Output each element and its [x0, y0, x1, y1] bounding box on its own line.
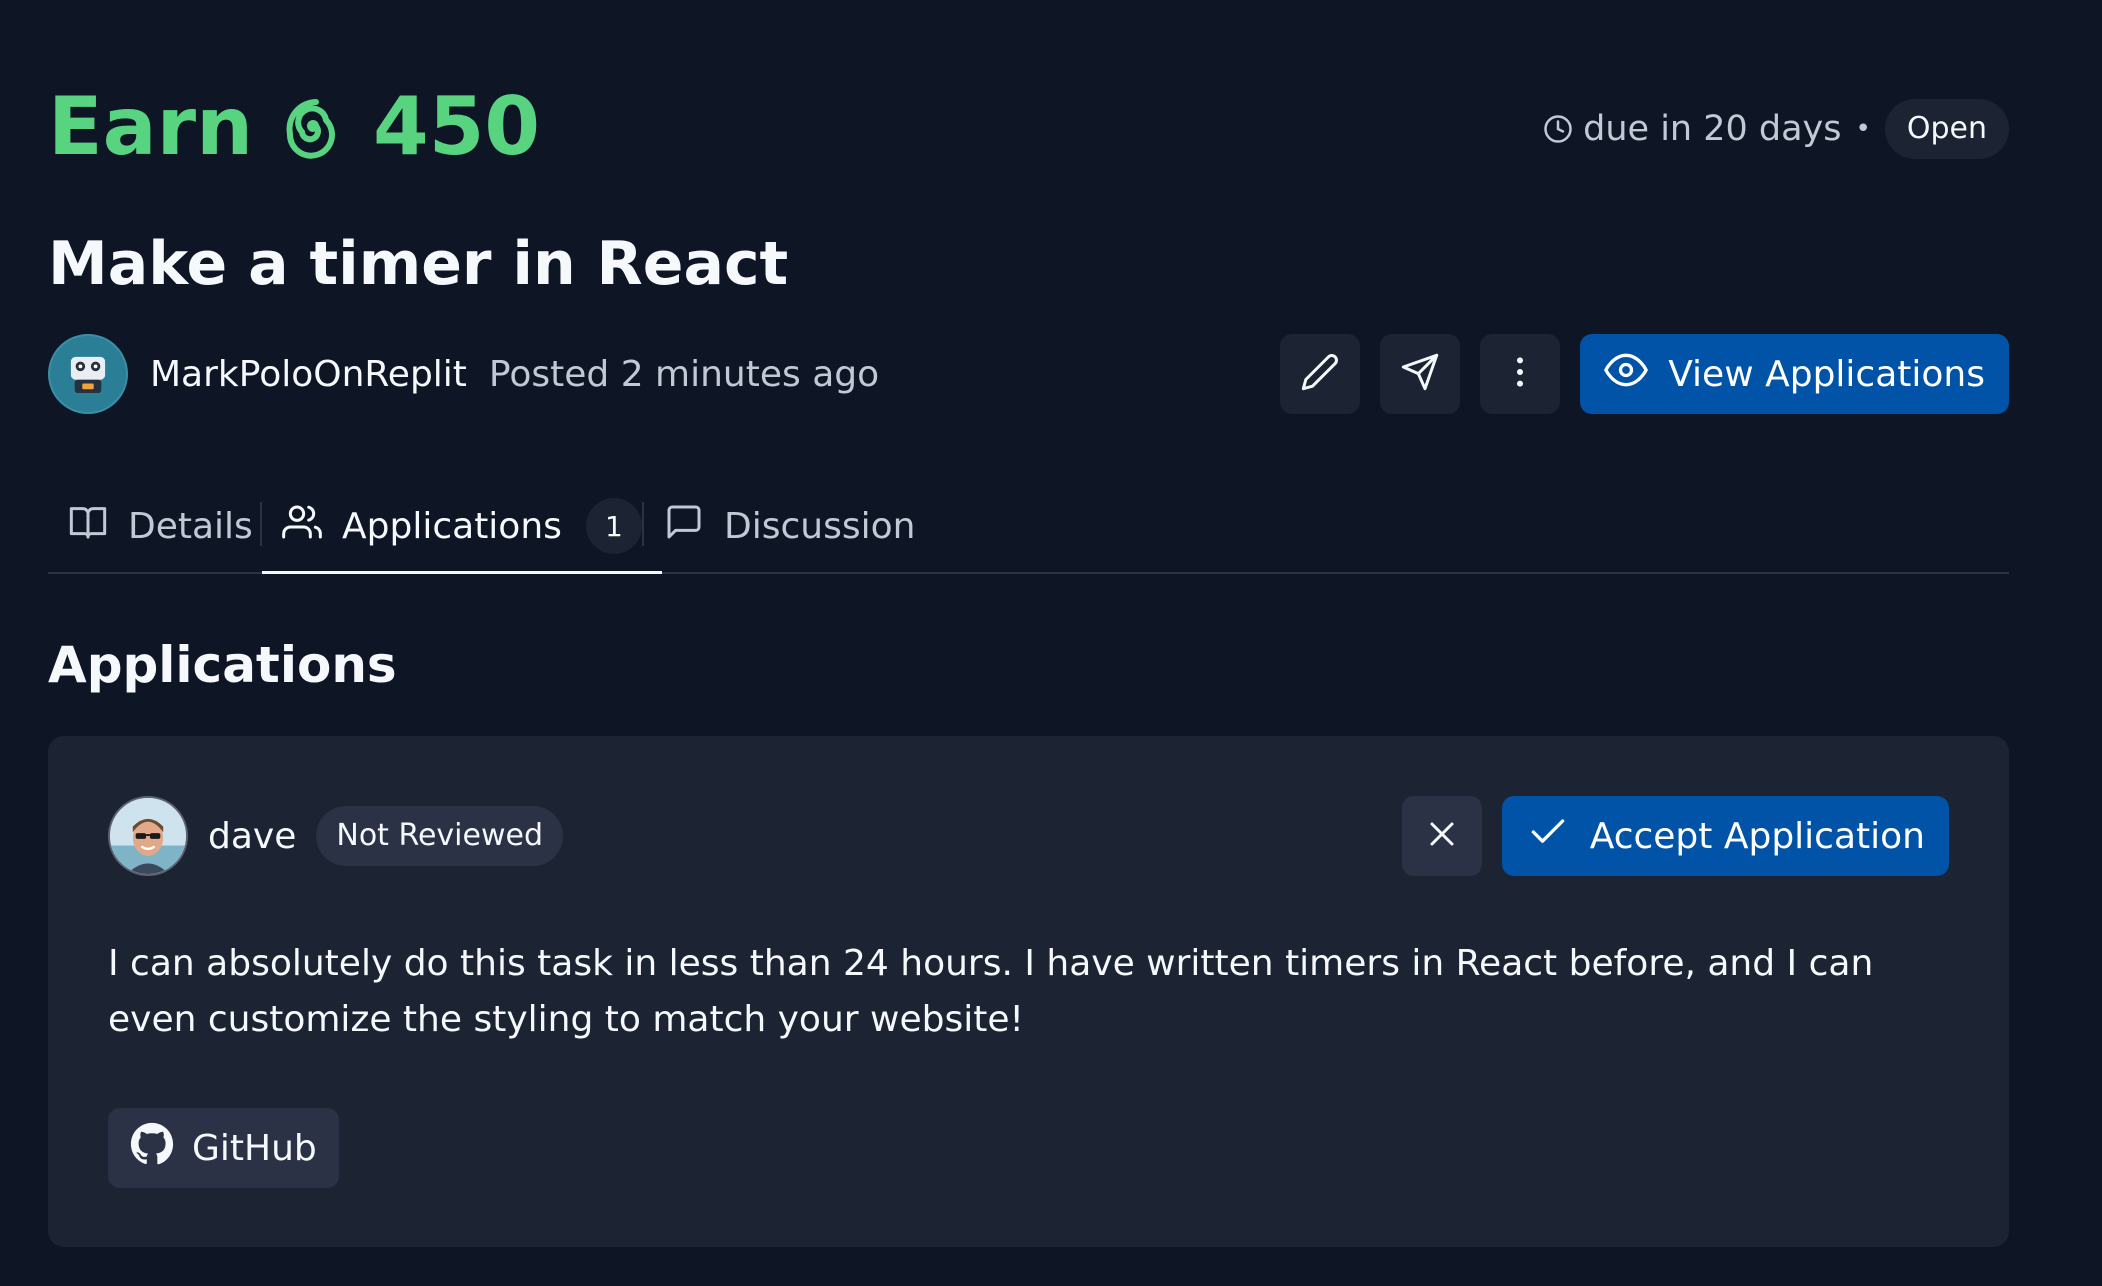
avatar[interactable] — [48, 334, 128, 414]
cycles-icon — [277, 91, 349, 163]
earn-label: Earn — [48, 80, 254, 173]
application-card: dave Not Reviewed Accept Application I c… — [48, 736, 2009, 1247]
book-open-icon — [68, 502, 108, 551]
bounty-meta: due in 20 days • Open — [1543, 99, 2009, 159]
github-link-button[interactable]: GitHub — [108, 1108, 339, 1188]
eye-icon — [1604, 348, 1649, 401]
applications-heading: Applications — [48, 636, 397, 694]
view-applications-label: View Applications — [1668, 353, 1985, 395]
application-actions: Accept Application — [1401, 796, 1949, 876]
status-badge: Open — [1884, 99, 2009, 159]
clock-icon — [1543, 114, 1573, 144]
pencil-icon — [1300, 352, 1340, 396]
applicant-name[interactable]: dave — [208, 816, 296, 857]
view-applications-button[interactable]: View Applications — [1580, 334, 2009, 414]
check-icon — [1526, 810, 1570, 863]
tab-bar: Details Applications 1 Discussion — [48, 480, 2009, 574]
tab-details[interactable]: Details — [68, 480, 253, 572]
reward-amount: 450 — [373, 80, 541, 173]
send-icon — [1400, 352, 1440, 396]
bounty-actions: View Applications — [1280, 333, 2009, 415]
due-date: due in 20 days — [1583, 109, 1842, 149]
tab-discussion-label: Discussion — [724, 505, 916, 547]
share-button[interactable] — [1380, 334, 1461, 414]
close-icon — [1422, 814, 1462, 858]
tab-discussion[interactable]: Discussion — [664, 480, 915, 572]
bounty-page: Earn 450 due in 20 days • Open Make a ti… — [48, 0, 2009, 1286]
applications-count-badge: 1 — [585, 498, 642, 554]
avatar[interactable] — [108, 796, 188, 876]
page-title: Make a timer in React — [48, 229, 789, 299]
meta-separator: • — [1855, 114, 1871, 144]
edit-button[interactable] — [1280, 334, 1361, 414]
tab-divider — [642, 502, 644, 546]
bounty-reward: Earn 450 — [48, 82, 540, 172]
accept-application-button[interactable]: Accept Application — [1501, 796, 1949, 876]
tab-details-label: Details — [128, 505, 253, 547]
tab-applications-label: Applications — [342, 505, 562, 547]
tab-applications[interactable]: Applications 1 — [262, 480, 662, 574]
author-info: MarkPoloOnReplit Posted 2 minutes ago — [48, 333, 879, 415]
more-vertical-icon — [1500, 352, 1540, 396]
accept-application-label: Accept Application — [1589, 815, 1925, 857]
message-square-icon — [664, 502, 704, 551]
status-badge: Not Reviewed — [316, 806, 564, 866]
reject-button[interactable] — [1401, 796, 1482, 876]
github-label: GitHub — [192, 1127, 317, 1169]
posted-time: Posted 2 minutes ago — [488, 353, 880, 395]
users-icon — [282, 502, 322, 551]
author-name[interactable]: MarkPoloOnReplit — [150, 354, 467, 395]
github-icon — [130, 1122, 174, 1175]
application-message: I can absolutely do this task in less th… — [108, 943, 1874, 1040]
applicant-info: dave Not Reviewed — [108, 796, 564, 876]
more-options-button[interactable] — [1480, 334, 1561, 414]
